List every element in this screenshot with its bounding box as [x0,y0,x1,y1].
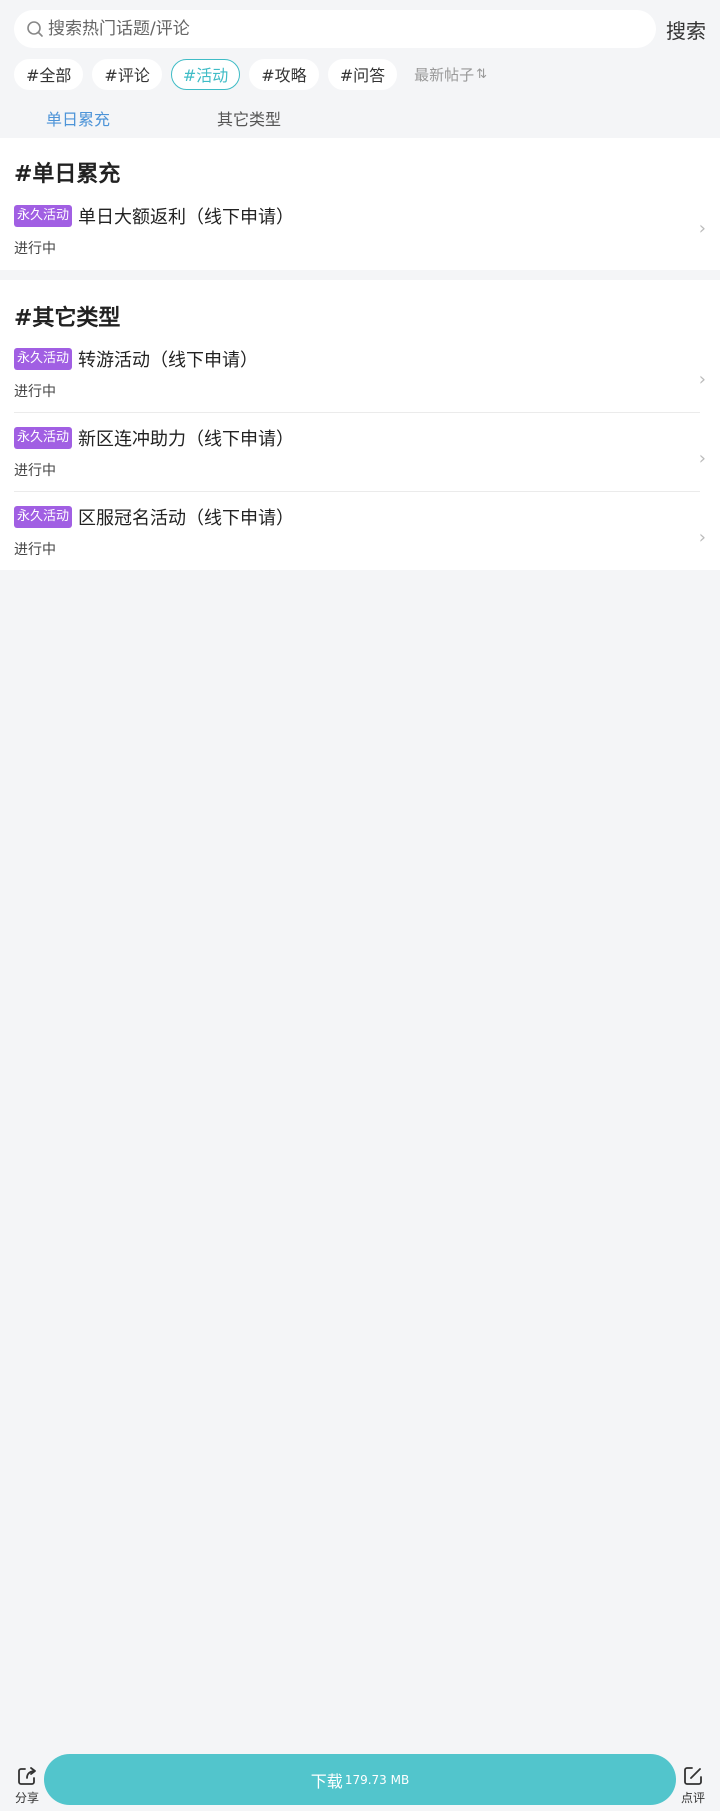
chevron-right-icon: › [698,448,706,469]
permanent-event-badge: 永久活动 [14,205,73,227]
header: 搜索 #全部 #评论 #活动 #攻略 #问答 最新帖子 ⇅ 单日累充 其它类型 [0,0,720,136]
item-status: 进行中 [14,241,56,257]
tag-guide[interactable]: #攻略 [249,59,319,90]
search-box[interactable] [14,10,656,48]
section-title: #单日累充 [14,162,121,187]
tag-qa[interactable]: #问答 [327,59,398,90]
chevron-right-icon: › [698,527,706,548]
sort-label: 最新帖子 [414,66,475,84]
item-title: 单日大额返利（线下申请） [78,207,295,228]
download-button[interactable]: 下载 179.73 MB [44,1754,676,1805]
tag-event[interactable]: #活动 [170,59,241,90]
item-title: 区服冠名活动（线下申请） [78,508,295,529]
item-header: 永久活动 新区连冲助力（线下申请） [14,426,294,450]
tag-all[interactable]: #全部 [14,59,84,90]
item-header: 永久活动 单日大额返利（线下申请） [14,204,294,228]
tag-review[interactable]: #评论 [92,59,162,90]
list-item[interactable]: 永久活动 新区连冲助力（线下申请） 进行中 › [0,426,720,504]
bottom-bar: 分享 下载 179.73 MB 点评 [0,1751,720,1811]
permanent-event-badge: 永久活动 [14,348,73,370]
item-title: 转游活动（线下申请） [78,350,259,371]
list-item[interactable]: 永久活动 单日大额返利（线下申请） 进行中 › [0,204,720,282]
chevron-right-icon: › [698,369,706,390]
edit-icon [684,1767,702,1785]
item-status: 进行中 [14,384,56,400]
sort-arrows-icon: ⇅ [476,67,488,82]
download-label: 下载 [310,1771,343,1791]
list-item[interactable]: 永久活动 转游活动（线下申请） 进行中 › [0,347,720,425]
item-header: 永久活动 转游活动（线下申请） [14,347,258,371]
section-title: #其它类型 [14,306,121,331]
tab-other-types[interactable]: 其它类型 [217,106,281,130]
tag-filter-row: #全部 #评论 #活动 #攻略 #问答 最新帖子 ⇅ [14,59,487,90]
permanent-event-badge: 永久活动 [14,506,73,528]
item-title: 新区连冲助力（线下申请） [78,429,295,450]
tab-single-day-recharge[interactable]: 单日累充 [46,106,110,130]
share-icon [18,1767,36,1785]
review-label: 点评 [680,1791,705,1805]
section-other-types: #其它类型 永久活动 转游活动（线下申请） 进行中 › 永久活动 新区连冲助力（… [0,280,720,570]
list-item[interactable]: 永久活动 区服冠名活动（线下申请） 进行中 › [0,505,720,583]
search-row: 搜索 [14,10,706,48]
item-status: 进行中 [14,542,56,558]
permanent-event-badge: 永久活动 [14,427,73,449]
search-input[interactable] [48,19,628,39]
review-button[interactable]: 点评 [673,1765,713,1806]
item-status: 进行中 [14,463,56,479]
item-header: 永久活动 区服冠名活动（线下申请） [14,505,294,529]
search-icon [27,21,43,37]
section-single-day-recharge: #单日累充 永久活动 单日大额返利（线下申请） 进行中 › [0,138,720,270]
share-button[interactable]: 分享 [7,1765,47,1806]
search-button[interactable]: 搜索 [666,15,706,44]
sort-button[interactable]: 最新帖子 ⇅ [414,64,487,85]
divider [14,491,700,492]
chevron-right-icon: › [698,218,706,239]
divider [14,412,700,413]
download-size: 179.73 MB [344,1772,410,1787]
share-label: 分享 [14,1791,39,1805]
